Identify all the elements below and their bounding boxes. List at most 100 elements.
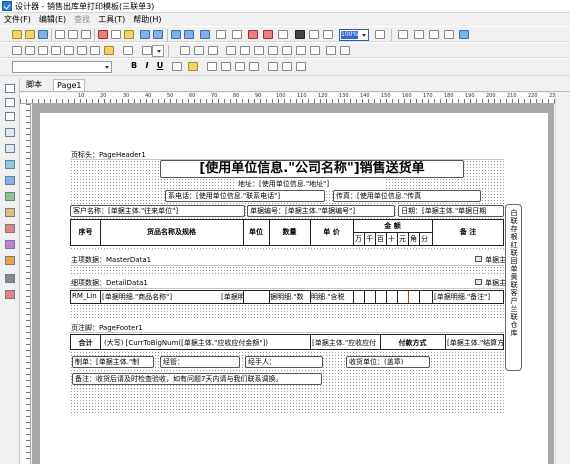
- send-back-icon[interactable]: [184, 30, 194, 39]
- copies-label-box[interactable]: 白联存根 红联回单 黄联客户 兰联仓库: [505, 204, 522, 371]
- center-horizontal-icon[interactable]: [326, 46, 336, 55]
- line-object-icon[interactable]: [5, 274, 15, 283]
- table-header[interactable]: 序号 货品名称及规格 单位 数量 单 价 金 额 万 千 百 十 元 角 分 备…: [70, 219, 504, 246]
- grid-align-icon[interactable]: [309, 30, 319, 39]
- align-bottom-icon[interactable]: [254, 46, 264, 55]
- bold-button[interactable]: B: [129, 61, 139, 70]
- line-color-icon[interactable]: [123, 46, 133, 55]
- menu-find[interactable]: 查找: [70, 14, 94, 25]
- text-justify-icon[interactable]: [249, 62, 259, 71]
- group-icon[interactable]: [216, 30, 226, 39]
- remark-field[interactable]: [单据明细."备注"]: [434, 292, 504, 302]
- space-vertical-icon[interactable]: [310, 46, 320, 55]
- band-options-icon[interactable]: [475, 256, 482, 262]
- align-middle-icon[interactable]: [240, 46, 250, 55]
- align-center-icon[interactable]: [194, 46, 204, 55]
- unit-field[interactable]: [单据明细."明细.: [221, 292, 243, 302]
- menu-file[interactable]: 文件(F): [0, 14, 35, 25]
- align-left-icon[interactable]: [180, 46, 190, 55]
- payment-field[interactable]: [单据主体."结算方: [447, 338, 504, 348]
- menu-edit[interactable]: 编辑(E): [35, 14, 70, 25]
- italic-button[interactable]: I: [142, 61, 152, 70]
- fit-grid-icon[interactable]: [323, 30, 333, 39]
- handler-field[interactable]: 经手人：: [245, 356, 323, 368]
- master-data-band[interactable]: [70, 266, 504, 275]
- address-field[interactable]: 地址：[使用单位信息."地址"]: [235, 178, 385, 189]
- same-height-icon[interactable]: [282, 46, 292, 55]
- text-object-icon[interactable]: [5, 128, 15, 137]
- page-icon[interactable]: [278, 30, 288, 39]
- copy-icon[interactable]: [111, 30, 121, 39]
- line-no-field[interactable]: RM_Lin: [72, 292, 97, 300]
- align-icon[interactable]: [200, 30, 210, 39]
- save-icon[interactable]: [38, 30, 48, 39]
- shadow-icon[interactable]: [90, 46, 100, 55]
- barcode-icon[interactable]: [5, 208, 15, 217]
- zoom-icon[interactable]: [375, 30, 385, 39]
- shape-icon[interactable]: [5, 240, 15, 249]
- cut-icon[interactable]: [98, 30, 108, 39]
- maker-field[interactable]: 制单：[单据主体."制: [72, 356, 154, 368]
- print-icon[interactable]: [55, 30, 65, 39]
- report-title[interactable]: [使用单位信息."公司名称"]销售送货单: [160, 160, 464, 178]
- align-right-icon[interactable]: [208, 46, 218, 55]
- preview-icon[interactable]: [68, 30, 78, 39]
- script-icon[interactable]: [414, 30, 424, 39]
- price-field[interactable]: 明细."含税: [311, 292, 353, 302]
- line-style-icon[interactable]: [142, 46, 152, 55]
- frame-bottom-icon[interactable]: [51, 46, 61, 55]
- detail-row[interactable]: RM_Lin [单据明细."商品名称"] [单据明细."明细. 据明细."数 明…: [70, 290, 504, 304]
- database-icon[interactable]: [5, 192, 15, 201]
- preview-window-icon[interactable]: [398, 30, 408, 39]
- chart-icon[interactable]: [5, 224, 15, 233]
- total-big-field[interactable]: (大写) [CurrToBigNum([单据主体."应收应付金额"]): [104, 338, 309, 348]
- fax-field[interactable]: 传真：[使用单位信息."传真: [333, 190, 481, 202]
- align-top-icon[interactable]: [226, 46, 236, 55]
- paste-icon[interactable]: [124, 30, 134, 39]
- phone-field[interactable]: 系电话：[使用单位信息."联系电话"]: [165, 190, 325, 202]
- total-row[interactable]: 合计 (大写) [CurrToBigNum([单据主体."应收应付金额"]) […: [70, 334, 504, 350]
- page-options-icon[interactable]: [444, 30, 454, 39]
- rich-text-icon[interactable]: [5, 290, 15, 299]
- space-horizontal-icon[interactable]: [296, 46, 306, 55]
- font-name-dropdown[interactable]: [12, 61, 112, 73]
- bring-front-icon[interactable]: [171, 30, 181, 39]
- qty-field[interactable]: 据明细."数: [270, 292, 310, 302]
- hand-icon[interactable]: [5, 98, 15, 107]
- delete-page-icon[interactable]: [248, 30, 258, 39]
- underline-button[interactable]: U: [155, 61, 165, 70]
- select-arrow-icon[interactable]: [5, 84, 15, 93]
- zoom-tool-icon[interactable]: [5, 112, 15, 121]
- undo-icon[interactable]: [140, 30, 150, 39]
- line-width-dropdown[interactable]: [152, 45, 164, 57]
- text-left-icon[interactable]: [207, 62, 217, 71]
- open-icon[interactable]: [25, 30, 35, 39]
- text-center-icon[interactable]: [221, 62, 231, 71]
- grid-show-icon[interactable]: [295, 30, 305, 39]
- redo-icon[interactable]: [153, 30, 163, 39]
- frame-top-icon[interactable]: [25, 46, 35, 55]
- customer-field[interactable]: 客户名称：[单据主体."往来单位"]: [70, 205, 245, 217]
- note-field[interactable]: 备注：收货后请及时检查验收，如有问题7天内请与我们联系调换。: [72, 373, 322, 385]
- delete-icon[interactable]: [263, 30, 273, 39]
- tab-script[interactable]: 脚本: [23, 79, 45, 91]
- picture-icon[interactable]: [5, 176, 15, 185]
- menu-tools[interactable]: 工具(T): [94, 14, 129, 25]
- menu-help[interactable]: 帮助(H): [129, 14, 165, 25]
- report-options-icon[interactable]: [459, 30, 469, 39]
- total-small-field[interactable]: [单据主体."应收应付: [312, 338, 379, 348]
- page-setup-icon[interactable]: [81, 30, 91, 39]
- valign-bottom-icon[interactable]: [296, 62, 306, 71]
- frame-none-icon[interactable]: [77, 46, 87, 55]
- new-icon[interactable]: [12, 30, 22, 39]
- font-color-icon[interactable]: [172, 62, 182, 71]
- frame-right-icon[interactable]: [38, 46, 48, 55]
- receiver-field[interactable]: 收货单位：(盖章): [346, 356, 430, 368]
- band-object-icon[interactable]: [5, 144, 15, 153]
- data-dictionary-icon[interactable]: [429, 30, 439, 39]
- insert-band-icon[interactable]: [232, 30, 242, 39]
- vertical-scrollbar[interactable]: [555, 93, 570, 464]
- tab-page1[interactable]: Page1: [53, 79, 86, 91]
- valign-top-icon[interactable]: [268, 62, 278, 71]
- center-vertical-icon[interactable]: [340, 46, 350, 55]
